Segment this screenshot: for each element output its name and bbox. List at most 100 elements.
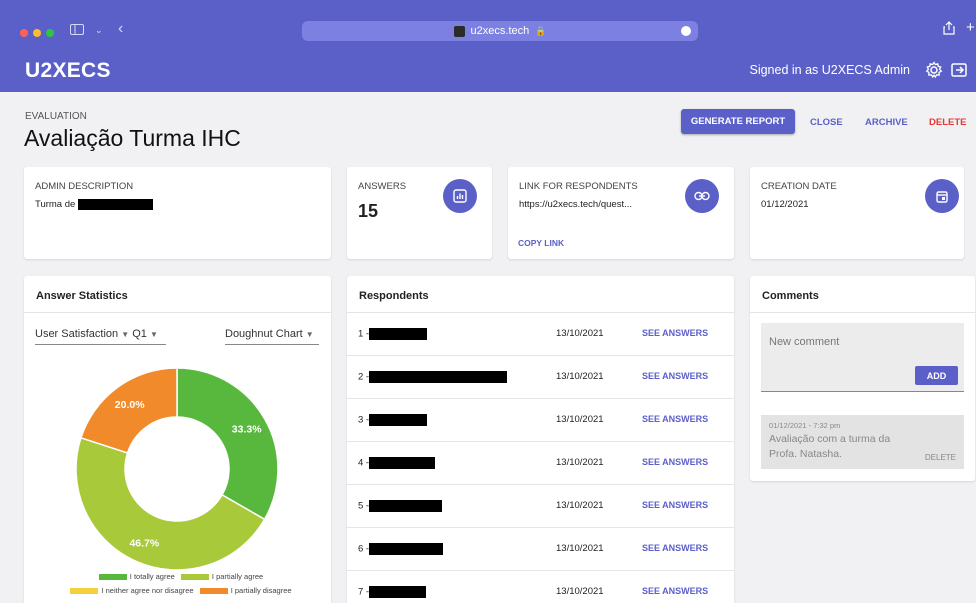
new-comment-placeholder: New comment xyxy=(769,336,840,348)
see-answers-button[interactable]: SEE ANSWERS xyxy=(642,328,708,338)
redacted-block xyxy=(369,328,428,340)
respondents-title: Respondents xyxy=(359,290,429,302)
respondent-name: 7 - xyxy=(358,586,427,598)
delete-comment-button[interactable]: DELETE xyxy=(925,453,956,462)
chevron-down-icon: ▼ xyxy=(305,330,314,339)
chevron-down-icon: ▼ xyxy=(149,330,158,339)
respondent-link[interactable]: https://u2xecs.tech/quest... xyxy=(519,199,632,210)
respondent-row: 2 - 13/10/2021 SEE ANSWERS xyxy=(347,356,734,399)
doughnut-chart: 33.3% 46.7% 20.0% xyxy=(75,367,279,571)
respondent-date: 13/10/2021 xyxy=(556,371,604,382)
back-icon[interactable]: ‹ xyxy=(118,20,123,38)
respondent-date: 13/10/2021 xyxy=(556,586,604,597)
respondent-name: 4 - xyxy=(358,457,436,469)
see-answers-button[interactable]: SEE ANSWERS xyxy=(642,457,708,467)
redacted-block xyxy=(369,500,443,512)
legend-swatch xyxy=(199,588,228,595)
chart-legend: I totally agree I partially agree xyxy=(24,572,334,581)
new-comment-input[interactable]: New comment ADD xyxy=(761,323,964,392)
sidebar-toggle-icon[interactable] xyxy=(70,23,84,38)
answers-label: ANSWERS xyxy=(358,181,407,192)
page-title: Avaliação Turma IHC xyxy=(24,125,241,151)
maximize-window-button[interactable] xyxy=(46,29,54,37)
legend-item-neither: I neither agree nor disagree xyxy=(66,586,194,595)
close-window-button[interactable] xyxy=(20,29,28,37)
divider xyxy=(24,312,331,313)
slice-data-label: 20.0% xyxy=(115,399,145,411)
app-header: U2XECS Signed in as U2XECS Admin xyxy=(0,47,976,92)
see-answers-button[interactable]: SEE ANSWERS xyxy=(642,371,708,381)
respondent-name: 5 - xyxy=(358,500,443,512)
add-comment-button[interactable]: ADD xyxy=(915,366,958,385)
respondents-card: Respondents 1 - 13/10/2021 SEE ANSWERS 2 - 1… xyxy=(347,276,734,603)
brand-logo[interactable]: U2XECS xyxy=(25,59,111,83)
evaluation-tag: EVALUATION xyxy=(25,111,87,122)
chevron-down-icon[interactable]: ⌄ xyxy=(95,25,103,36)
redacted-block xyxy=(369,414,428,426)
slice-data-label: 33.3% xyxy=(232,424,262,436)
archive-button[interactable]: ARCHIVE xyxy=(865,117,908,128)
admin-description-card: ADMIN DESCRIPTION Turma de xyxy=(24,167,331,259)
respondent-row: 1 - 13/10/2021 SEE ANSWERS xyxy=(347,313,734,356)
redacted-block xyxy=(369,543,444,555)
logout-icon[interactable] xyxy=(950,61,968,79)
redacted-block xyxy=(369,586,427,598)
legend-swatch xyxy=(180,574,209,581)
site-favicon-icon xyxy=(453,25,465,37)
respondent-row: 3 - 13/10/2021 SEE ANSWERS xyxy=(347,399,734,442)
link-label: LINK FOR RESPONDENTS xyxy=(519,181,638,192)
generate-report-button[interactable]: GENERATE REPORT xyxy=(681,109,795,134)
share-icon[interactable] xyxy=(943,21,955,38)
legend-item-partially-disagree: I partially disagree xyxy=(196,586,292,595)
redacted-block xyxy=(369,457,436,469)
new-tab-icon[interactable]: + xyxy=(966,19,975,36)
respondent-date: 13/10/2021 xyxy=(556,328,604,339)
respondent-row: 5 - 13/10/2021 SEE ANSWERS xyxy=(347,485,734,528)
comment-timestamp: 01/12/2021 - 7:32 pm xyxy=(769,421,841,430)
browser-toolbar: ⌄ ‹ u2xecs.tech 🔒 + xyxy=(0,0,976,47)
comment-text: Avaliação com a turma da Profa. Natasha. xyxy=(769,433,891,460)
respondent-row: 6 - 13/10/2021 SEE ANSWERS xyxy=(347,528,734,571)
admin-description-label: ADMIN DESCRIPTION xyxy=(35,181,134,192)
see-answers-button[interactable]: SEE ANSWERS xyxy=(642,543,708,553)
redacted-block xyxy=(369,371,508,383)
close-button[interactable]: CLOSE xyxy=(810,117,843,128)
chart-type-select[interactable]: Doughnut Chart ▼ xyxy=(225,328,319,345)
copy-link-button[interactable]: COPY LINK xyxy=(518,238,564,248)
calendar-icon xyxy=(925,179,959,213)
delete-button[interactable]: DELETE xyxy=(929,117,966,128)
respondent-row: 7 - 13/10/2021 SEE ANSWERS xyxy=(347,571,734,603)
admin-description-value: Turma de xyxy=(35,199,153,210)
question-select[interactable]: User Satisfaction ▼ Q1 ▼ xyxy=(35,328,166,345)
see-answers-button[interactable]: SEE ANSWERS xyxy=(642,500,708,510)
see-answers-button[interactable]: SEE ANSWERS xyxy=(642,586,708,596)
doughnut-slice[interactable] xyxy=(176,367,279,521)
link-icon[interactable] xyxy=(685,179,719,213)
redacted-block xyxy=(77,199,153,210)
address-bar[interactable]: u2xecs.tech 🔒 xyxy=(302,21,698,41)
url-text: u2xecs.tech xyxy=(470,25,530,37)
bar-chart-icon xyxy=(443,179,477,213)
respondent-name: 2 - xyxy=(358,371,508,383)
legend-item-totally-agree: I totally agree xyxy=(95,572,175,581)
answer-statistics-title: Answer Statistics xyxy=(36,290,128,302)
legend-swatch xyxy=(98,574,127,581)
divider xyxy=(750,312,975,313)
answer-statistics-card: Answer Statistics User Satisfaction ▼ Q1… xyxy=(24,276,331,603)
q-select-value: Q1 xyxy=(132,328,147,340)
settings-gear-icon[interactable] xyxy=(925,61,943,79)
lock-icon: 🔒 xyxy=(535,25,547,36)
respondent-date: 13/10/2021 xyxy=(556,414,604,425)
minimize-window-button[interactable] xyxy=(33,29,41,37)
comments-title: Comments xyxy=(762,290,819,302)
chart-legend-row-2: I neither agree nor disagree I partially… xyxy=(24,586,334,595)
respondent-date: 13/10/2021 xyxy=(556,500,604,511)
creation-date-value: 01/12/2021 xyxy=(761,199,809,210)
link-card: LINK FOR RESPONDENTS https://u2xecs.tech… xyxy=(508,167,734,259)
respondent-name: 3 - xyxy=(358,414,428,426)
reload-icon[interactable] xyxy=(681,26,691,36)
creation-date-card: CREATION DATE 01/12/2021 xyxy=(750,167,964,259)
creation-date-label: CREATION DATE xyxy=(761,181,837,192)
see-answers-button[interactable]: SEE ANSWERS xyxy=(642,414,708,424)
respondent-row: 4 - 13/10/2021 SEE ANSWERS xyxy=(347,442,734,485)
